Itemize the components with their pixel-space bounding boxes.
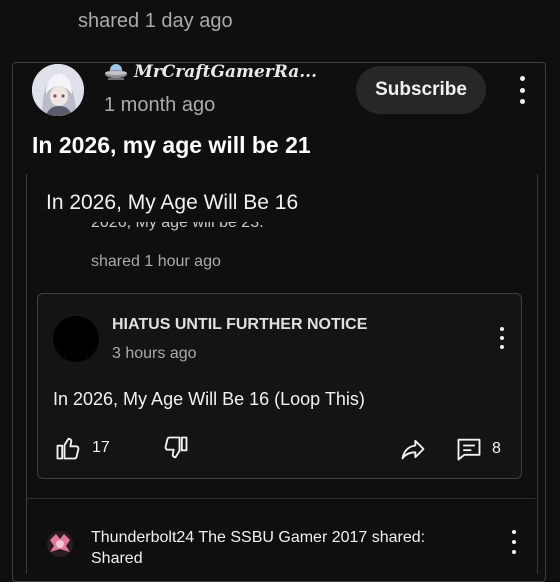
previous-post-shared-time: shared 1 day ago xyxy=(78,10,233,32)
more-vertical-icon[interactable] xyxy=(497,327,507,349)
ufo-icon xyxy=(105,64,127,80)
inner-channel-name[interactable]: HIATUS UNTIL FURTHER NOTICE xyxy=(112,316,367,334)
subscribe-button[interactable]: Subscribe xyxy=(356,66,486,114)
post-title: In 2026, my age will be 21 xyxy=(32,132,311,158)
embedded-post-title: In 2026, My Age Will Be 16 xyxy=(46,191,299,214)
comment-icon xyxy=(457,438,481,461)
inner-post-time: 3 hours ago xyxy=(112,345,197,362)
like-button[interactable]: 17 xyxy=(54,434,110,462)
avatar[interactable] xyxy=(32,64,84,116)
more-vertical-icon[interactable] xyxy=(517,76,527,104)
embedded-clipped-text: 2026, My age will be 23. xyxy=(91,222,264,231)
dislike-button[interactable] xyxy=(162,434,190,462)
next-post-avatar[interactable] xyxy=(46,530,74,558)
next-post-shared-line[interactable]: Thunderbolt24 The SSBU Gamer 2017 shared… xyxy=(91,529,425,547)
share-icon xyxy=(401,439,425,460)
embedded-clipped-text-container: 2026, My age will be 23. xyxy=(91,222,264,244)
share-button[interactable] xyxy=(398,435,428,463)
divider xyxy=(27,498,535,499)
inner-avatar[interactable] xyxy=(53,316,99,362)
comments-button[interactable]: 8 xyxy=(454,435,501,463)
thumbs-up-icon xyxy=(56,437,80,460)
more-vertical-icon[interactable] xyxy=(509,530,519,554)
next-post-subtitle: Shared xyxy=(91,550,143,567)
comment-count: 8 xyxy=(492,440,501,457)
post-time: 1 month ago xyxy=(104,94,216,116)
channel-name-text: MrCraftGamerRa... xyxy=(134,62,318,82)
thumbs-down-icon xyxy=(164,436,188,459)
embedded-shared-time: shared 1 hour ago xyxy=(91,253,221,270)
inner-post-text: In 2026, My Age Will Be 16 (Loop This) xyxy=(53,389,365,409)
like-count: 17 xyxy=(92,439,110,456)
channel-name[interactable]: MrCraftGamerRa... xyxy=(104,62,317,82)
